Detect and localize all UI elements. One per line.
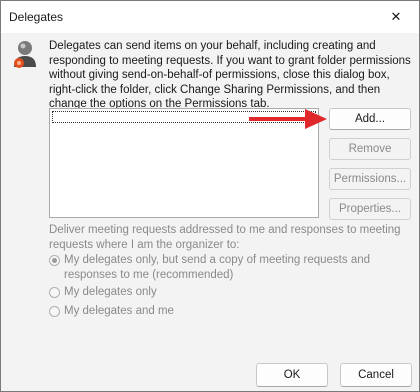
delegates-description: Delegates can send items on your behalf,… <box>49 40 411 110</box>
cancel-button[interactable]: Cancel <box>340 363 412 387</box>
delegate-user-icon <box>14 41 36 68</box>
dialog-title: Delegates <box>9 10 64 24</box>
delegates-dialog: Delegates ✕ Delegates can send items on … <box>0 0 420 392</box>
radio-button[interactable] <box>49 255 60 266</box>
ok-button[interactable]: OK <box>256 363 328 387</box>
radio-option-label: My delegates only <box>64 286 157 298</box>
deliver-meeting-requests-label: Deliver meeting requests addressed to me… <box>49 224 401 251</box>
permissions-button[interactable]: Permissions... <box>329 168 411 190</box>
add-button[interactable]: Add... <box>329 108 411 130</box>
remove-button[interactable]: Remove <box>329 138 411 160</box>
radio-option-label: My delegates only, but send a copy of me… <box>64 254 371 281</box>
radio-button[interactable] <box>49 287 60 298</box>
radio-option-delegates-and-me[interactable]: My delegates and me <box>49 304 404 319</box>
radio-selected-dot <box>52 258 57 263</box>
radio-option-copy-to-me[interactable]: My delegates only, but send a copy of me… <box>49 253 404 282</box>
close-button[interactable]: ✕ <box>373 1 419 33</box>
title-bar[interactable]: Delegates ✕ <box>1 1 419 33</box>
radio-option-delegates-only[interactable]: My delegates only <box>49 285 404 300</box>
close-icon: ✕ <box>390 9 402 24</box>
properties-button[interactable]: Properties... <box>329 198 411 220</box>
red-arrow-annotation <box>249 109 327 129</box>
radio-option-label: My delegates and me <box>64 305 174 317</box>
radio-button[interactable] <box>49 306 60 317</box>
